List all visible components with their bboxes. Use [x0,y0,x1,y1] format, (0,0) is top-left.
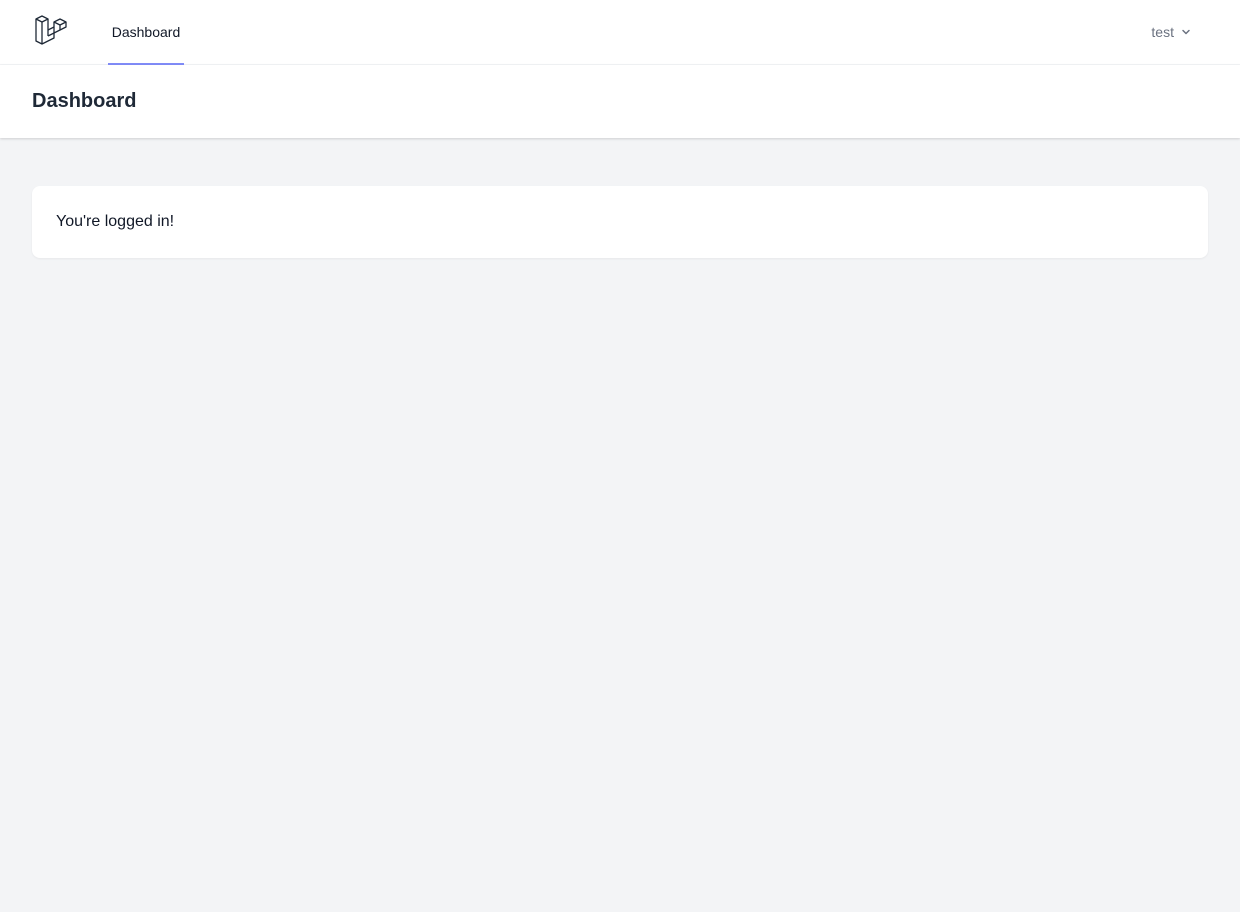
nav-link-dashboard[interactable]: Dashboard [108,0,184,65]
top-navigation: Dashboard test [0,0,1240,65]
chevron-down-icon [1182,29,1190,35]
logged-in-message: You're logged in! [56,213,175,230]
user-menu-dropdown[interactable]: test [1151,0,1192,64]
laravel-logo-icon[interactable] [33,14,69,50]
page-title: Dashboard [32,90,137,112]
page-header: Dashboard [0,65,1240,138]
user-name: test [1151,24,1174,40]
content-card: You're logged in! [32,186,1208,258]
